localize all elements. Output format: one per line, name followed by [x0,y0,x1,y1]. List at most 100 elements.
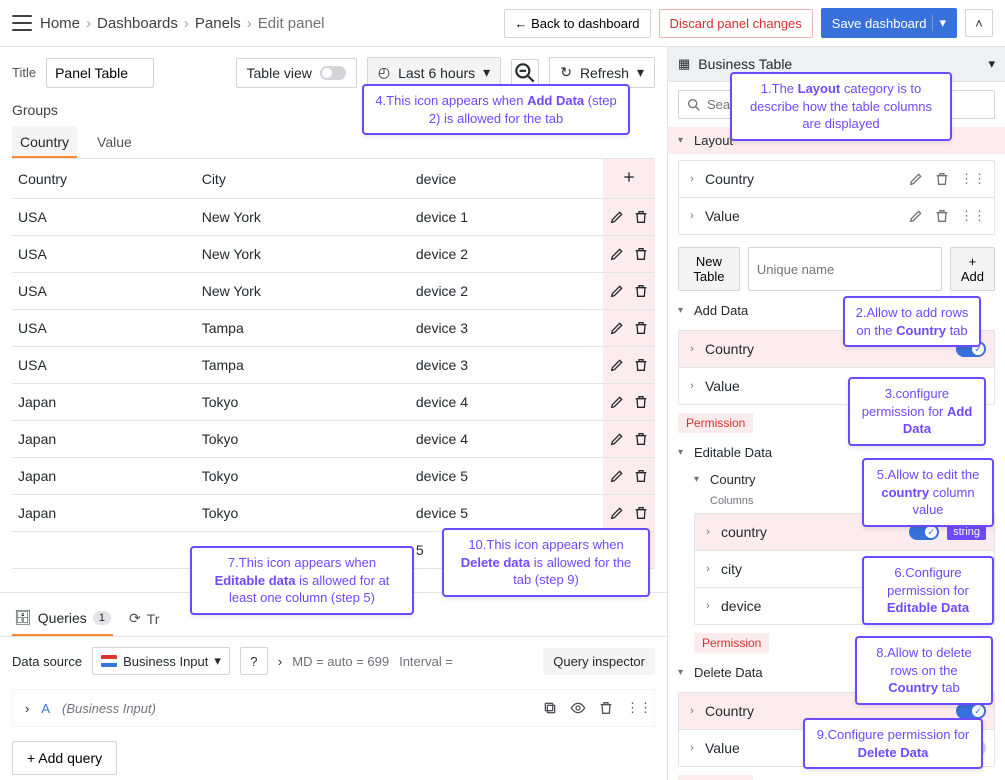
datasource-picker[interactable]: Business Input ▾ [92,647,230,675]
callout-4: 4.This icon appears when Add Data (step … [362,84,630,135]
table-cell: USA [12,310,196,347]
trash-icon[interactable] [633,283,649,299]
permission-add[interactable]: Permission [678,413,753,433]
discard-button[interactable]: Discard panel changes [659,9,813,38]
table-cell: USA [12,347,196,384]
transform-icon: ⟳ [129,610,141,627]
chevron-right-icon: › [687,705,697,717]
drag-icon[interactable]: ⋮⋮ [626,700,642,716]
pencil-icon[interactable] [609,394,625,410]
table-row: USATampadevice 3 [12,310,655,347]
pencil-icon[interactable] [609,283,625,299]
query-inspector-button[interactable]: Query inspector [543,648,655,675]
table-row: USANew Yorkdevice 2 [12,273,655,310]
table-cell: New York [196,236,410,273]
pencil-icon[interactable] [609,320,625,336]
edit-icon[interactable] [908,171,924,187]
trash-icon[interactable] [633,431,649,447]
table-cell: Tampa [196,310,410,347]
tab-transform[interactable]: ⟳ Tr [127,601,161,636]
chevron-down-icon: ▾ [694,474,704,485]
chevron-up-icon[interactable]: ˄ [965,9,993,37]
table-cell: Tokyo [196,458,410,495]
drag-icon[interactable]: ⋮⋮ [960,208,986,224]
table-cell: Tampa [196,347,410,384]
add-query-button[interactable]: + Add query [12,741,117,775]
toggle-switch[interactable] [956,703,986,719]
trash-icon[interactable] [633,246,649,262]
trash-icon[interactable] [633,468,649,484]
edit-icon[interactable] [908,208,924,224]
table-cell: device 2 [410,273,603,310]
delete-label: Delete Data [694,665,763,680]
table-view-toggle[interactable]: Table view [236,58,357,88]
crumb-panels[interactable]: Panels [195,15,241,32]
trash-icon[interactable] [633,320,649,336]
chevron-down-icon: ▾ [678,447,688,458]
crumb-dashboards[interactable]: Dashboards [97,15,178,32]
title-input[interactable] [46,58,154,88]
breadcrumb: Home › Dashboards › Panels › Edit panel [40,15,325,32]
crumb-home[interactable]: Home [40,15,80,32]
col-device[interactable]: device [410,159,603,199]
tab-value[interactable]: Value [95,126,134,158]
tab-queries[interactable]: 🗄 Queries 1 [12,601,113,636]
eye-icon[interactable] [570,700,586,716]
permission-edit[interactable]: Permission [694,633,769,653]
editable-country-label: Country [710,472,756,487]
trash-icon[interactable] [934,171,950,187]
chevron-down-icon[interactable]: ▾ [988,56,995,72]
copy-icon[interactable] [542,700,558,716]
chevron-right-icon: › [703,600,713,612]
callout-6: 6.Configure permission for Editable Data [862,556,994,625]
pencil-icon[interactable] [609,246,625,262]
table-cell: Tokyo [196,421,410,458]
col-city[interactable]: City [196,159,410,199]
chevron-right-icon[interactable]: › [278,654,282,669]
table-cell: Tokyo [196,384,410,421]
trash-icon[interactable] [598,700,614,716]
table-cell: device 5 [410,458,603,495]
layout-item-value[interactable]: › Value ⋮⋮ [679,197,994,234]
layout-value-label: Value [705,208,900,224]
trash-icon[interactable] [934,208,950,224]
tab-country[interactable]: Country [12,126,77,158]
plus-icon [621,169,637,185]
chevron-right-icon: › [687,343,697,355]
trash-icon[interactable] [633,357,649,373]
add-row-button[interactable] [603,159,655,199]
trash-icon[interactable] [633,505,649,521]
pencil-icon[interactable] [609,468,625,484]
table-row: USANew Yorkdevice 2 [12,236,655,273]
trash-icon[interactable] [633,209,649,225]
permission-delete[interactable]: Permission [678,775,753,780]
row-actions [603,384,655,421]
table-cell: New York [196,199,410,236]
col-country[interactable]: Country [12,159,196,199]
back-button[interactable]: ← Back to dashboard [504,9,651,38]
save-button[interactable]: Save dashboard ▾ [821,8,957,38]
table-view-label: Table view [247,65,312,81]
table-row: JapanTokyodevice 4 [12,384,655,421]
pencil-icon[interactable] [609,431,625,447]
row-actions [603,421,655,458]
help-icon[interactable]: ? [240,647,268,675]
chevron-right-icon[interactable]: › [25,701,29,716]
pencil-icon[interactable] [609,505,625,521]
pencil-icon[interactable] [609,357,625,373]
save-label: Save dashboard [832,16,927,31]
chevron-down-icon: ▾ [214,653,221,669]
callout-7: 7.This icon appears when Editable data i… [190,546,414,615]
layout-label: Layout [694,133,733,148]
zoom-out-icon[interactable] [511,59,539,87]
unique-name-input[interactable] [748,247,942,291]
pencil-icon[interactable] [609,209,625,225]
add-button[interactable]: + Add [950,247,995,291]
trash-icon[interactable] [633,394,649,410]
queries-label: Queries [38,610,87,626]
toggle-icon [320,66,346,80]
menu-icon[interactable] [12,15,32,31]
layout-item-country[interactable]: › Country ⋮⋮ [679,161,994,197]
new-table-button[interactable]: New Table [678,247,740,291]
drag-icon[interactable]: ⋮⋮ [960,171,986,187]
